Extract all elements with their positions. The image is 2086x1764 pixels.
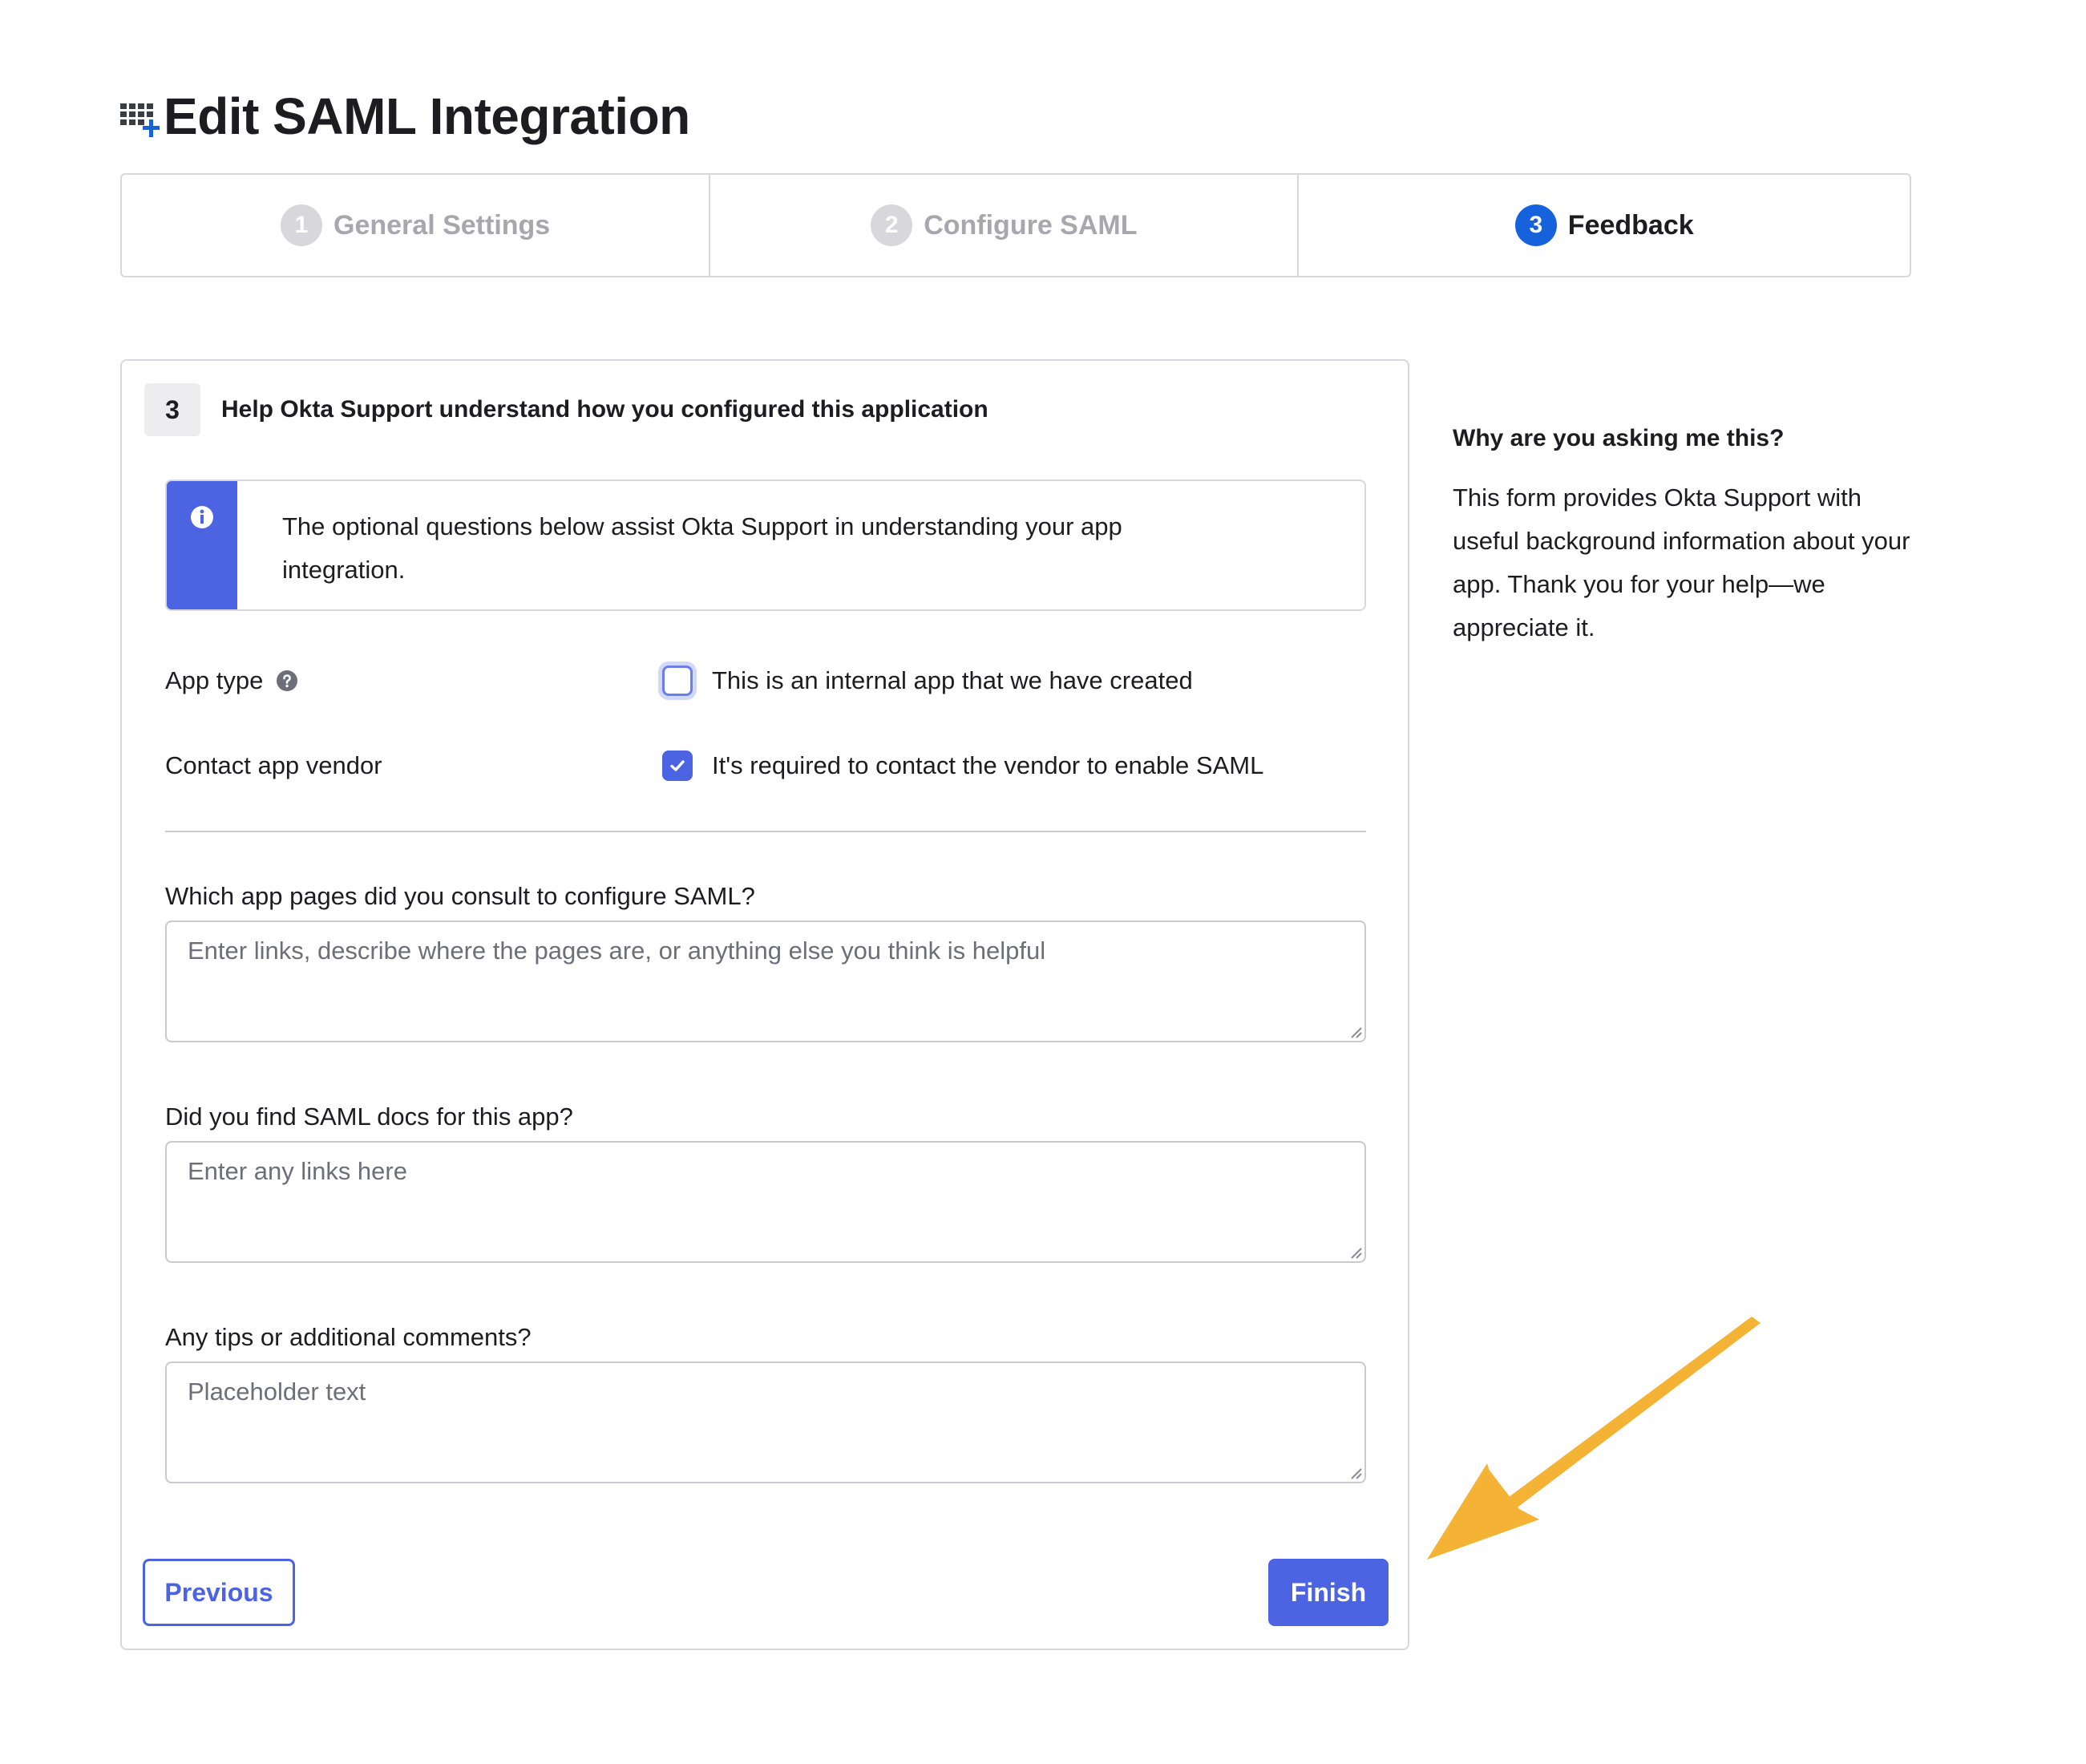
contact-vendor-checkbox-wrap[interactable]: It's required to contact the vendor to e… [662,751,1263,781]
step-label: Configure SAML [924,209,1138,241]
app-type-row: App type This is an internal app that we… [165,666,1366,696]
side-help-body: This form provides Okta Support with use… [1453,483,1910,641]
section-title: Help Okta Support understand how you con… [221,396,988,423]
internal-app-checkbox-label[interactable]: This is an internal app that we have cre… [712,666,1193,695]
internal-app-checkbox-wrap[interactable]: This is an internal app that we have cre… [662,666,1193,696]
step-general-settings[interactable]: 1 General Settings [122,175,711,276]
step-number: 1 [281,204,323,246]
question-label: Any tips or additional comments? [165,1323,532,1351]
contact-vendor-checkbox[interactable] [662,751,693,781]
previous-button[interactable]: Previous [143,1559,295,1626]
resize-handle-icon[interactable] [1348,1466,1363,1480]
section-number: 3 [144,383,200,436]
app-grid-plus-icon [120,103,160,137]
internal-app-checkbox[interactable] [662,666,693,696]
wizard-stepper: 1 General Settings 2 Configure SAML 3 Fe… [120,173,1911,277]
page-title: Edit SAML Integration [164,87,690,145]
contact-vendor-row: Contact app vendor It's required to cont… [165,751,1366,781]
info-callout: The optional questions below assist Okta… [165,479,1366,611]
question-label: Did you find SAML docs for this app? [165,1102,573,1131]
annotation-arrow-icon [1427,1317,1761,1560]
step-label: General Settings [334,209,551,241]
saml-docs-textarea[interactable] [165,1141,1366,1263]
contact-vendor-label: Contact app vendor [165,751,382,779]
contact-vendor-label-wrap: Contact app vendor [165,751,662,780]
feedback-form-card: 3 Help Okta Support understand how you c… [120,359,1409,1650]
contact-vendor-checkbox-label[interactable]: It's required to contact the vendor to e… [712,751,1263,780]
finish-button[interactable]: Finish [1268,1559,1389,1626]
info-icon [191,506,213,528]
app-pages-textarea[interactable] [165,920,1366,1042]
comments-textarea[interactable] [165,1361,1366,1483]
step-number: 3 [1514,204,1557,246]
question-label: Which app pages did you consult to confi… [165,882,755,910]
resize-handle-icon[interactable] [1348,1245,1363,1260]
page: Edit SAML Integration 1 General Settings… [0,0,2086,1764]
step-number: 2 [871,204,913,246]
step-configure-saml[interactable]: 2 Configure SAML [710,175,1300,276]
app-type-label: App type [165,666,264,694]
divider [165,831,1366,832]
resize-handle-icon[interactable] [1348,1025,1363,1039]
step-feedback[interactable]: 3 Feedback [1299,175,1910,276]
app-type-label-wrap: App type [165,666,662,695]
callout-text: The optional questions below assist Okta… [282,512,1122,584]
checkmark-icon [670,760,685,771]
section-header: 3 Help Okta Support understand how you c… [144,383,988,436]
page-header: Edit SAML Integration [119,80,690,152]
question-mark-icon[interactable] [276,670,298,692]
callout-accent-bar [167,481,237,609]
side-help-panel: Why are you asking me this? This form pr… [1453,425,1918,649]
side-help-title: Why are you asking me this? [1453,425,1785,451]
step-label: Feedback [1567,209,1694,241]
